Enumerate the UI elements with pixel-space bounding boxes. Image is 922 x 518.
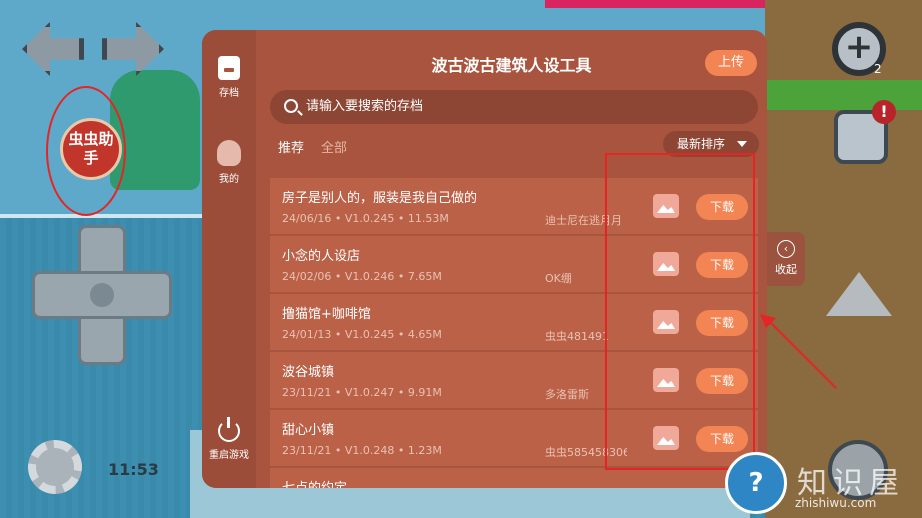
helper-annotation-circle [46,86,126,216]
sidebar-item-archive[interactable]: 存档 [202,56,256,99]
watermark: ? 知识屋 zhishiwu.com [725,450,922,518]
archive-meta: 24/06/16 • V1.0.245 • 11.53M [282,212,449,225]
download-button[interactable]: 下载 [696,310,748,336]
tab-all[interactable]: 全部 [321,137,347,156]
save-icon [218,56,240,80]
upload-button[interactable]: 上传 [705,50,757,76]
chevron-left-icon: ‹ [777,240,795,258]
search-icon [284,99,298,113]
archive-name: 房子是别人的，服装是我自己做的 [282,191,478,206]
sort-label: 最新排序 [677,137,726,151]
archive-name: 撸猫馆+咖啡馆 [282,307,371,322]
list-item[interactable]: 波谷城镇 23/11/21 • V1.0.247 • 9.91M 多洛雷斯 下载 [270,352,758,408]
archive-meta: 23/11/21 • V1.0.248 • 1.23M [282,444,442,457]
dpad-center [90,283,114,307]
image-icon[interactable] [653,426,679,450]
list-item[interactable]: 七点的约定 [270,468,758,488]
download-button[interactable]: 下载 [696,194,748,220]
search-input[interactable]: 请输入要搜索的存档 [270,90,758,124]
archive-author: OK绷 [545,272,572,285]
archive-name: 七点的约定 [282,477,347,488]
power-icon [218,417,240,442]
game-grass [765,80,922,110]
user-icon [217,140,241,166]
download-button[interactable]: 下载 [696,426,748,452]
archive-meta: 24/01/13 • V1.0.245 • 4.65M [282,328,442,341]
sidebar: 存档 我的 重启游戏 [202,30,256,488]
archive-author: 虫虫481491 [545,330,609,343]
archive-author: 虫虫585458306... [545,446,627,459]
list-item[interactable]: 撸猫馆+咖啡馆 24/01/13 • V1.0.245 • 4.65M 虫虫48… [270,294,758,350]
settings-gear-icon[interactable] [28,440,82,494]
archive-tool-panel: 存档 我的 重启游戏 波古波古建筑人设工具 上传 请输入要搜索的存档 推荐 全部… [202,30,767,488]
watermark-url: zhishiwu.com [795,496,877,510]
help-monitor-icon: ? [725,452,787,514]
image-icon[interactable] [653,252,679,276]
archive-author: 多洛雷斯 [545,388,589,401]
archive-list: 房子是别人的，服装是我自己做的 24/06/16 • V1.0.245 • 11… [270,178,758,488]
archive-meta: 23/11/21 • V1.0.247 • 9.91M [282,386,442,399]
alert-icon: ! [872,100,896,124]
sidebar-item-label: 重启游戏 [209,450,249,461]
download-button[interactable]: 下载 [696,252,748,278]
dpad[interactable] [32,225,172,365]
zoom-level: 2 [874,62,882,76]
image-icon[interactable] [653,194,679,218]
image-icon[interactable] [653,310,679,334]
fold-button[interactable]: ‹ 收起 [767,232,805,286]
game-clock: 11:53 [108,460,159,479]
archive-author: 迪士尼在逃月月 [545,214,622,227]
list-item[interactable]: 甜心小镇 23/11/21 • V1.0.248 • 1.23M 虫虫58545… [270,410,758,466]
sidebar-item-restart[interactable]: 重启游戏 [202,417,256,461]
list-item[interactable]: 小念的人设店 24/02/06 • V1.0.246 • 7.65M OK绷 下… [270,236,758,292]
image-icon[interactable] [653,368,679,392]
archive-name: 小念的人设店 [282,249,361,264]
sidebar-item-mine[interactable]: 我的 [202,140,256,185]
download-button[interactable]: 下载 [696,368,748,394]
panel-title: 波古波古建筑人设工具 [431,56,592,75]
list-item[interactable]: 房子是别人的，服装是我自己做的 24/06/16 • V1.0.245 • 11… [270,178,758,234]
sidebar-item-label: 我的 [219,174,239,185]
archive-meta: 24/02/06 • V1.0.246 • 7.65M [282,270,442,283]
archive-name: 甜心小镇 [282,423,335,438]
chevron-down-icon [737,141,747,147]
sort-dropdown[interactable]: 最新排序 [663,131,759,157]
sidebar-item-label: 存档 [219,88,239,99]
tab-recommended[interactable]: 推荐 [278,137,304,156]
fold-label: 收起 [775,263,797,276]
search-placeholder: 请输入要搜索的存档 [306,99,424,114]
archive-name: 波谷城镇 [282,365,335,380]
